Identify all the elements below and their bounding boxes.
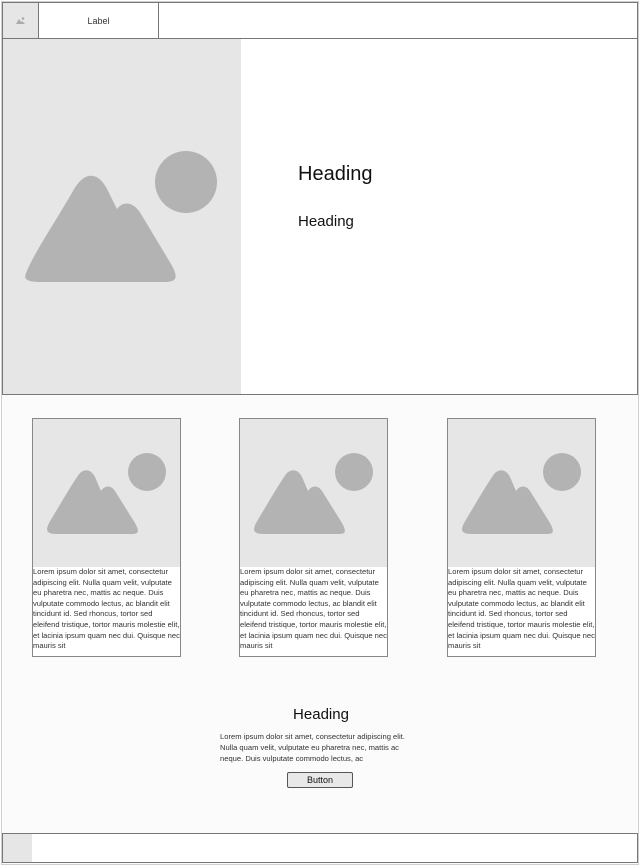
card-3[interactable]: Lorem ipsum dolor sit amet, consectetur … bbox=[447, 418, 596, 657]
cta-button[interactable]: Button bbox=[287, 772, 353, 788]
top-nav-bar: Label bbox=[2, 2, 638, 39]
image-placeholder-icon bbox=[47, 453, 166, 534]
card-2[interactable]: Lorem ipsum dolor sit amet, consectetur … bbox=[239, 418, 388, 657]
nav-logo-cell[interactable] bbox=[3, 3, 39, 38]
image-placeholder-icon bbox=[25, 151, 217, 282]
hero-heading: Heading bbox=[298, 163, 373, 185]
image-placeholder-icon bbox=[462, 453, 581, 534]
hero-section: Heading Heading bbox=[2, 39, 638, 395]
card-image-placeholder bbox=[33, 419, 180, 567]
footer-bar bbox=[2, 833, 638, 863]
card-1[interactable]: Lorem ipsum dolor sit amet, consectetur … bbox=[32, 418, 181, 657]
footer-icon-cell bbox=[3, 834, 32, 862]
section-text: Lorem ipsum dolor sit amet, consectetur … bbox=[220, 732, 405, 763]
card-text: Lorem ipsum dolor sit amet, consectetur … bbox=[33, 567, 180, 651]
card-text: Lorem ipsum dolor sit amet, consectetur … bbox=[240, 567, 387, 651]
nav-tab-label[interactable]: Label bbox=[39, 3, 159, 38]
section-heading: Heading bbox=[293, 706, 349, 723]
hero-subheading: Heading bbox=[298, 213, 354, 230]
hero-image-placeholder bbox=[3, 39, 241, 394]
nav-tab-text: Label bbox=[87, 15, 110, 26]
card-text: Lorem ipsum dolor sit amet, consectetur … bbox=[448, 567, 595, 651]
image-placeholder-icon bbox=[254, 453, 373, 534]
image-placeholder-icon bbox=[16, 17, 25, 24]
card-image-placeholder bbox=[448, 419, 595, 567]
card-image-placeholder bbox=[240, 419, 387, 567]
